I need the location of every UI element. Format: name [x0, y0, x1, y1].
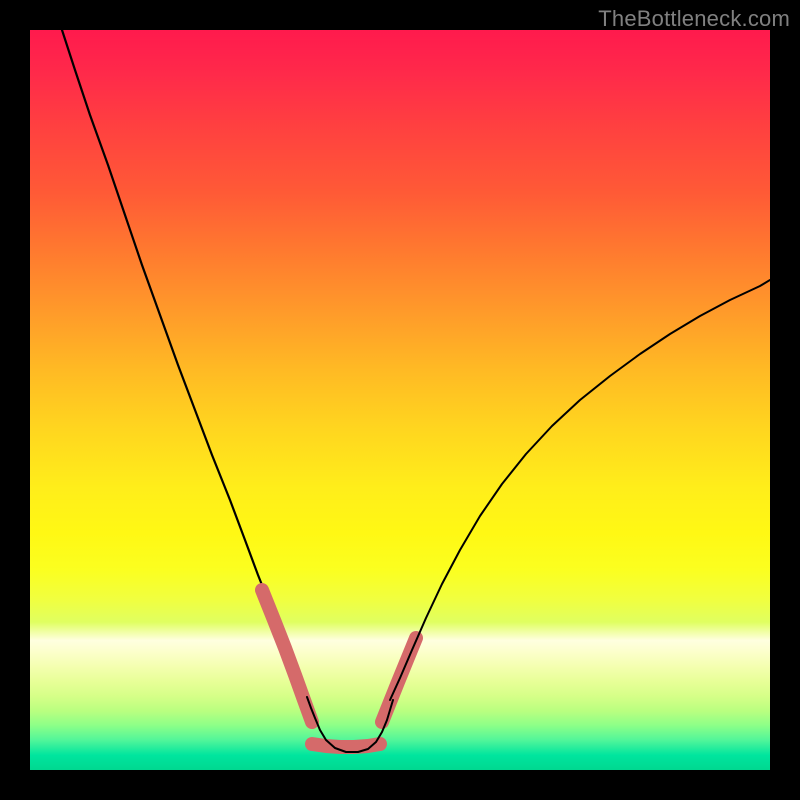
chart-plot-area — [30, 30, 770, 770]
chart-frame: TheBottleneck.com — [0, 0, 800, 800]
chart-svg — [30, 30, 770, 770]
watermark-text: TheBottleneck.com — [598, 6, 790, 32]
series-right-branch — [390, 280, 770, 700]
series-left-marker-segment — [262, 590, 312, 722]
